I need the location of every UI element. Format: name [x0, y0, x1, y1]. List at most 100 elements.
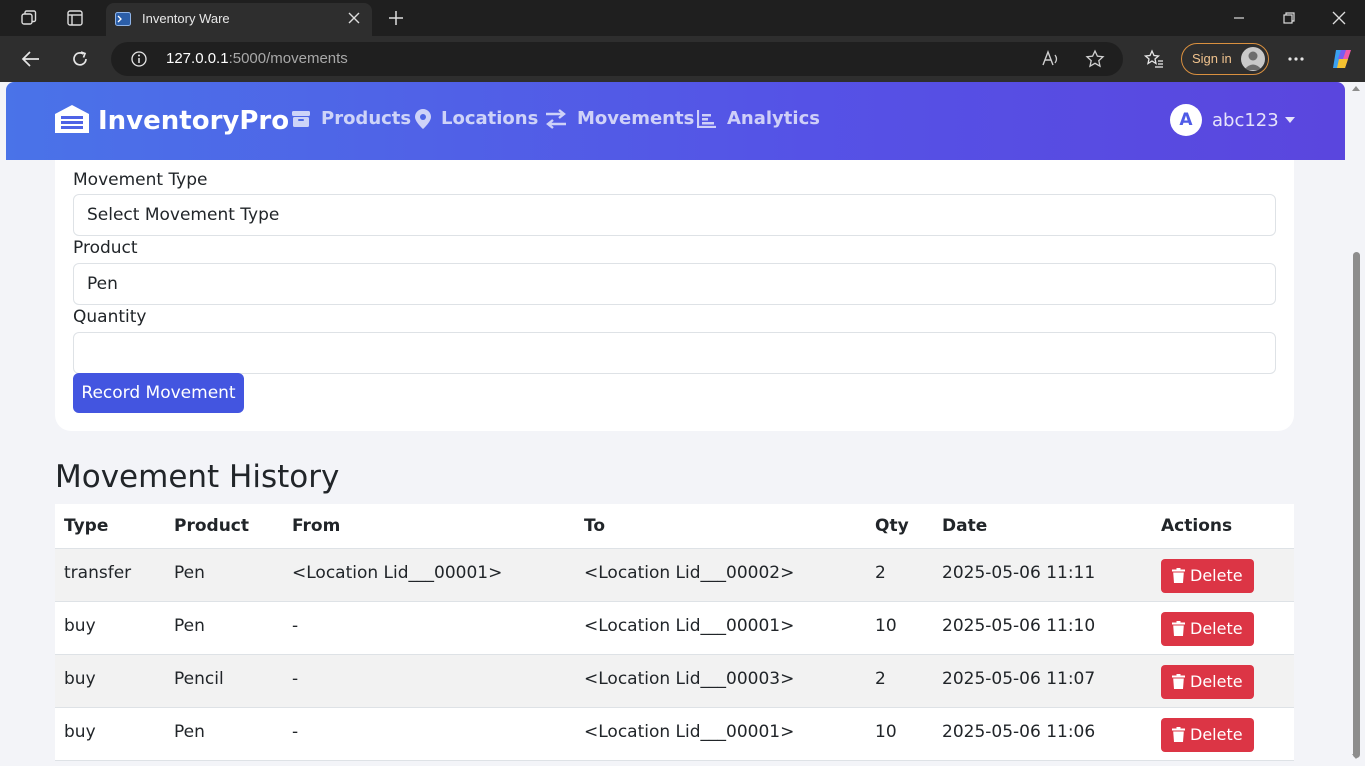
- workspaces-icon[interactable]: [17, 6, 41, 30]
- cell-qty: 2: [866, 548, 933, 602]
- delete-label: Delete: [1190, 672, 1243, 691]
- table-row: buy Pen - <Location Lid___00001> 10 2025…: [55, 707, 1294, 761]
- browser-tab-bar: Inventory Ware: [0, 0, 1365, 36]
- cell-type: buy: [55, 601, 165, 655]
- movement-history-title: Movement History: [55, 459, 340, 495]
- cell-date: 2025-05-06 11:11: [933, 548, 1152, 602]
- close-window-icon[interactable]: [1316, 0, 1362, 36]
- cell-actions: Delete: [1152, 601, 1294, 655]
- col-type-header: Type: [55, 504, 165, 549]
- cell-type: buy: [55, 654, 165, 708]
- cell-to: <Location Lid___00002>: [575, 548, 866, 602]
- movement-type-value: Select Movement Type: [87, 205, 280, 225]
- cell-date: 2025-05-06 11:06: [933, 707, 1152, 761]
- trash-icon: [1172, 568, 1185, 583]
- nav-analytics[interactable]: Analytics: [697, 108, 820, 129]
- scroll-down-icon[interactable]: [1352, 754, 1360, 759]
- trash-icon: [1172, 674, 1185, 689]
- col-to-header: To: [575, 504, 866, 549]
- record-movement-button[interactable]: Record Movement: [73, 373, 244, 413]
- sign-in-label: Sign in: [1192, 51, 1232, 66]
- restore-icon[interactable]: [1266, 0, 1312, 36]
- cell-product: Pencil: [165, 654, 283, 708]
- url-path: :5000/movements: [228, 50, 348, 67]
- col-actions-header: Actions: [1152, 504, 1294, 549]
- movement-form-card: Movement Type Select Movement Type Produ…: [55, 160, 1294, 431]
- page-viewport: InventoryPro Products Locations Movement…: [0, 82, 1348, 766]
- cell-type: transfer: [55, 548, 165, 602]
- scroll-thumb[interactable]: [1353, 252, 1360, 758]
- browser-toolbar: 127.0.0.1:5000/movements Sign in: [0, 36, 1365, 82]
- close-tab-icon[interactable]: [344, 8, 364, 28]
- cell-actions: Delete: [1152, 707, 1294, 761]
- cell-qty: 10: [866, 601, 933, 655]
- col-qty-header: Qty: [866, 504, 933, 549]
- cell-actions: Delete: [1152, 548, 1294, 602]
- trash-icon: [1172, 621, 1185, 636]
- product-select[interactable]: Pen: [73, 263, 1276, 305]
- cell-actions: Delete: [1152, 654, 1294, 708]
- nav-analytics-label: Analytics: [727, 108, 820, 129]
- chart-bar-icon: [697, 109, 717, 128]
- nav-locations[interactable]: Locations: [415, 108, 538, 129]
- brand-link[interactable]: InventoryPro: [54, 104, 289, 138]
- tab-actions-icon[interactable]: [63, 6, 87, 30]
- user-menu-dropdown[interactable]: A abc123: [1170, 104, 1295, 136]
- caret-down-icon: [1284, 117, 1295, 123]
- table-row: transfer Pen <Location Lid___00001> <Loc…: [55, 548, 1294, 602]
- back-icon[interactable]: [17, 45, 45, 73]
- movement-history-table: Type Product From To Qty Date Actions tr…: [55, 504, 1294, 761]
- page-scrollbar[interactable]: [1348, 82, 1365, 766]
- sign-in-button[interactable]: Sign in: [1181, 43, 1269, 75]
- more-options-icon[interactable]: [1282, 45, 1310, 73]
- site-info-icon[interactable]: [131, 51, 147, 71]
- cell-from: <Location Lid___00001>: [283, 548, 575, 602]
- browser-tab-active[interactable]: Inventory Ware: [106, 3, 372, 36]
- warehouse-icon: [54, 104, 90, 138]
- user-name: abc123: [1212, 109, 1279, 131]
- table-row: buy Pen - <Location Lid___00001> 10 2025…: [55, 601, 1294, 655]
- table-header-row: Type Product From To Qty Date Actions: [55, 504, 1294, 549]
- cell-from: -: [283, 654, 575, 708]
- cell-product: Pen: [165, 707, 283, 761]
- trash-icon: [1172, 727, 1185, 742]
- cell-to: <Location Lid___00001>: [575, 601, 866, 655]
- cell-date: 2025-05-06 11:07: [933, 654, 1152, 708]
- nav-products[interactable]: Products: [291, 108, 411, 129]
- scroll-up-icon[interactable]: [1352, 86, 1360, 91]
- read-aloud-icon[interactable]: [1041, 50, 1061, 72]
- cell-qty: 2: [866, 654, 933, 708]
- movement-type-select[interactable]: Select Movement Type: [73, 194, 1276, 236]
- delete-button[interactable]: Delete: [1161, 611, 1254, 646]
- address-bar[interactable]: 127.0.0.1:5000/movements: [111, 42, 1123, 76]
- nav-movements[interactable]: Movements: [545, 108, 694, 129]
- delete-button[interactable]: Delete: [1161, 558, 1254, 593]
- delete-button[interactable]: Delete: [1161, 717, 1254, 752]
- brand-name: InventoryPro: [98, 106, 290, 136]
- cell-qty: 10: [866, 707, 933, 761]
- delete-label: Delete: [1190, 619, 1243, 638]
- nav-locations-label: Locations: [441, 108, 539, 129]
- delete-button[interactable]: Delete: [1161, 664, 1254, 699]
- cell-product: Pen: [165, 601, 283, 655]
- copilot-icon[interactable]: [1328, 45, 1356, 73]
- nav-movements-label: Movements: [577, 108, 695, 129]
- movement-type-label: Movement Type: [73, 170, 208, 190]
- col-date-header: Date: [933, 504, 1152, 549]
- minimize-icon[interactable]: [1216, 0, 1262, 36]
- refresh-icon[interactable]: [66, 45, 94, 73]
- product-label: Product: [73, 238, 138, 258]
- map-pin-icon: [415, 108, 431, 129]
- cell-to: <Location Lid___00003>: [575, 654, 866, 708]
- profile-avatar-icon: [1241, 47, 1265, 71]
- cell-date: 2025-05-06 11:10: [933, 601, 1152, 655]
- new-tab-icon[interactable]: [384, 6, 408, 30]
- cell-to: <Location Lid___00001>: [575, 707, 866, 761]
- box-icon: [291, 110, 311, 128]
- cell-from: -: [283, 601, 575, 655]
- favorite-star-icon[interactable]: [1085, 49, 1105, 73]
- nav-products-label: Products: [321, 108, 412, 129]
- quantity-input[interactable]: [73, 332, 1276, 374]
- favorites-icon[interactable]: [1140, 45, 1168, 73]
- cell-type: buy: [55, 707, 165, 761]
